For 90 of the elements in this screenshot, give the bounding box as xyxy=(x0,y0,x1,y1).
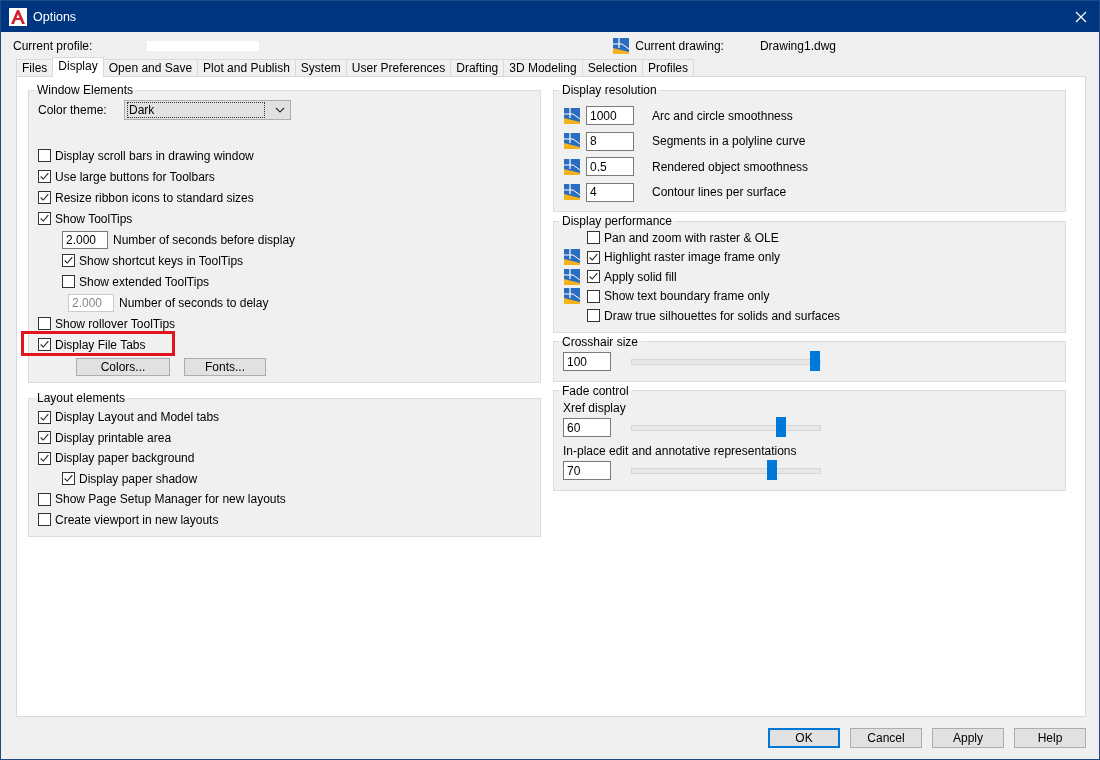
dialog-button[interactable]: Cancel xyxy=(850,728,922,748)
profile-label: Current profile: xyxy=(13,38,93,53)
option-label: Show ToolTips xyxy=(55,211,133,226)
checkbox[interactable] xyxy=(587,289,600,303)
number-field[interactable]: 100 xyxy=(563,352,611,371)
option-label: Pan and zoom with raster & OLE xyxy=(604,230,779,245)
field-label: Number of seconds to delay xyxy=(119,295,269,310)
option-label: Show shortcut keys in ToolTips xyxy=(79,253,244,268)
field-label: Color theme: xyxy=(38,103,108,117)
caret-icon xyxy=(275,107,285,113)
option-label: Apply solid fill xyxy=(604,269,677,284)
field-label: Arc and circle smoothness xyxy=(652,108,793,123)
option-label: Display Layout and Model tabs xyxy=(55,410,220,425)
checkbox[interactable] xyxy=(38,451,51,465)
number-field[interactable]: 8 xyxy=(586,131,634,151)
number-field[interactable]: 0.5 xyxy=(586,157,634,177)
option-label: Resize ribbon icons to standard sizes xyxy=(55,190,254,205)
group-title: Display performance xyxy=(561,214,674,228)
checkbox[interactable] xyxy=(38,191,51,204)
tab[interactable]: 3D Modeling xyxy=(503,59,583,77)
number-field[interactable]: 2.000 xyxy=(62,230,108,249)
field-label: Number of seconds before display xyxy=(113,232,296,247)
dialog-button[interactable]: Help xyxy=(1014,728,1086,748)
checkbox[interactable] xyxy=(587,231,600,245)
checkbox[interactable] xyxy=(38,410,51,424)
checkbox[interactable] xyxy=(62,254,75,267)
checkbox[interactable] xyxy=(587,250,600,264)
number-field[interactable]: 1000 xyxy=(586,106,634,126)
close-icon[interactable] xyxy=(1075,10,1087,23)
tab[interactable]: System xyxy=(294,59,347,77)
tab[interactable]: Profiles xyxy=(642,59,695,77)
option-label: Show rollover ToolTips xyxy=(55,316,176,331)
option-label: Highlight raster image frame only xyxy=(604,250,781,265)
slider-thumb[interactable] xyxy=(767,459,778,480)
dialog-button[interactable]: OK xyxy=(768,728,840,748)
checkbox[interactable] xyxy=(38,212,51,225)
field-label: In-place edit and annotative representations xyxy=(563,443,797,458)
option-label: Display paper shadow xyxy=(79,471,198,486)
dialog-button[interactable]: Colors... xyxy=(76,358,170,376)
option-label: Display printable area xyxy=(55,430,172,445)
tab[interactable]: Display xyxy=(52,57,104,77)
checkbox[interactable] xyxy=(587,309,600,323)
group-title: Crosshair size xyxy=(561,334,640,349)
checkbox[interactable] xyxy=(38,338,51,351)
checkbox[interactable] xyxy=(38,513,51,527)
number-field[interactable]: 60 xyxy=(563,418,611,437)
option-label: Use large buttons for Toolbars xyxy=(55,169,215,184)
drawing-file-icon xyxy=(564,107,580,124)
tab[interactable]: Drafting xyxy=(450,59,505,77)
drawing-file-icon xyxy=(564,184,580,201)
slider-thumb[interactable] xyxy=(810,350,820,371)
slider-thumb[interactable] xyxy=(776,416,787,437)
drawing-file-icon xyxy=(613,37,630,54)
number-field[interactable]: 70 xyxy=(563,461,611,480)
option-label: Display File Tabs xyxy=(55,337,146,352)
checkbox[interactable] xyxy=(62,275,75,288)
color-theme-dropdown[interactable]: Dark xyxy=(124,100,291,120)
checkbox[interactable] xyxy=(587,270,600,284)
field-label: Contour lines per surface xyxy=(652,185,787,200)
checkbox[interactable] xyxy=(62,472,75,486)
option-label: Show extended ToolTips xyxy=(79,274,210,289)
field-label: Rendered object smoothness xyxy=(652,159,809,174)
field-label: Segments in a polyline curve xyxy=(652,134,806,149)
tab[interactable]: Open and Save xyxy=(102,59,199,77)
option-label: Create viewport in new layouts xyxy=(55,512,219,527)
checkbox[interactable] xyxy=(38,149,51,162)
app-logo-icon xyxy=(9,7,27,26)
group-title: Fade control xyxy=(561,383,630,398)
group-title: Window Elements xyxy=(36,83,135,97)
tab[interactable]: Files xyxy=(16,59,54,77)
dialog-button[interactable]: Apply xyxy=(932,728,1004,748)
dialog-button[interactable]: Fonts... xyxy=(184,358,266,376)
option-label: Draw true silhouettes for solids and surfaces xyxy=(604,308,841,323)
checkbox[interactable] xyxy=(38,492,51,506)
number-field[interactable]: 4 xyxy=(586,182,634,202)
group-title: Layout elements xyxy=(36,391,127,405)
option-label: Show text boundary frame only xyxy=(604,289,770,304)
drawing-name: Drawing1.dwg xyxy=(759,38,836,53)
drawing-label: Current drawing: xyxy=(635,38,724,53)
option-label: Display scroll bars in drawing window xyxy=(55,148,254,163)
field-label: Xref display xyxy=(563,400,626,415)
drawing-file-icon xyxy=(564,133,580,150)
checkbox[interactable] xyxy=(38,317,51,330)
window-title: Options xyxy=(33,9,77,24)
option-label: Display paper background xyxy=(55,451,195,466)
checkbox[interactable] xyxy=(38,431,51,445)
checkbox[interactable] xyxy=(38,170,51,183)
option-label: Show Page Setup Manager for new layouts xyxy=(55,492,286,507)
drawing-file-icon xyxy=(564,158,580,175)
group-title: Display resolution xyxy=(561,83,658,97)
